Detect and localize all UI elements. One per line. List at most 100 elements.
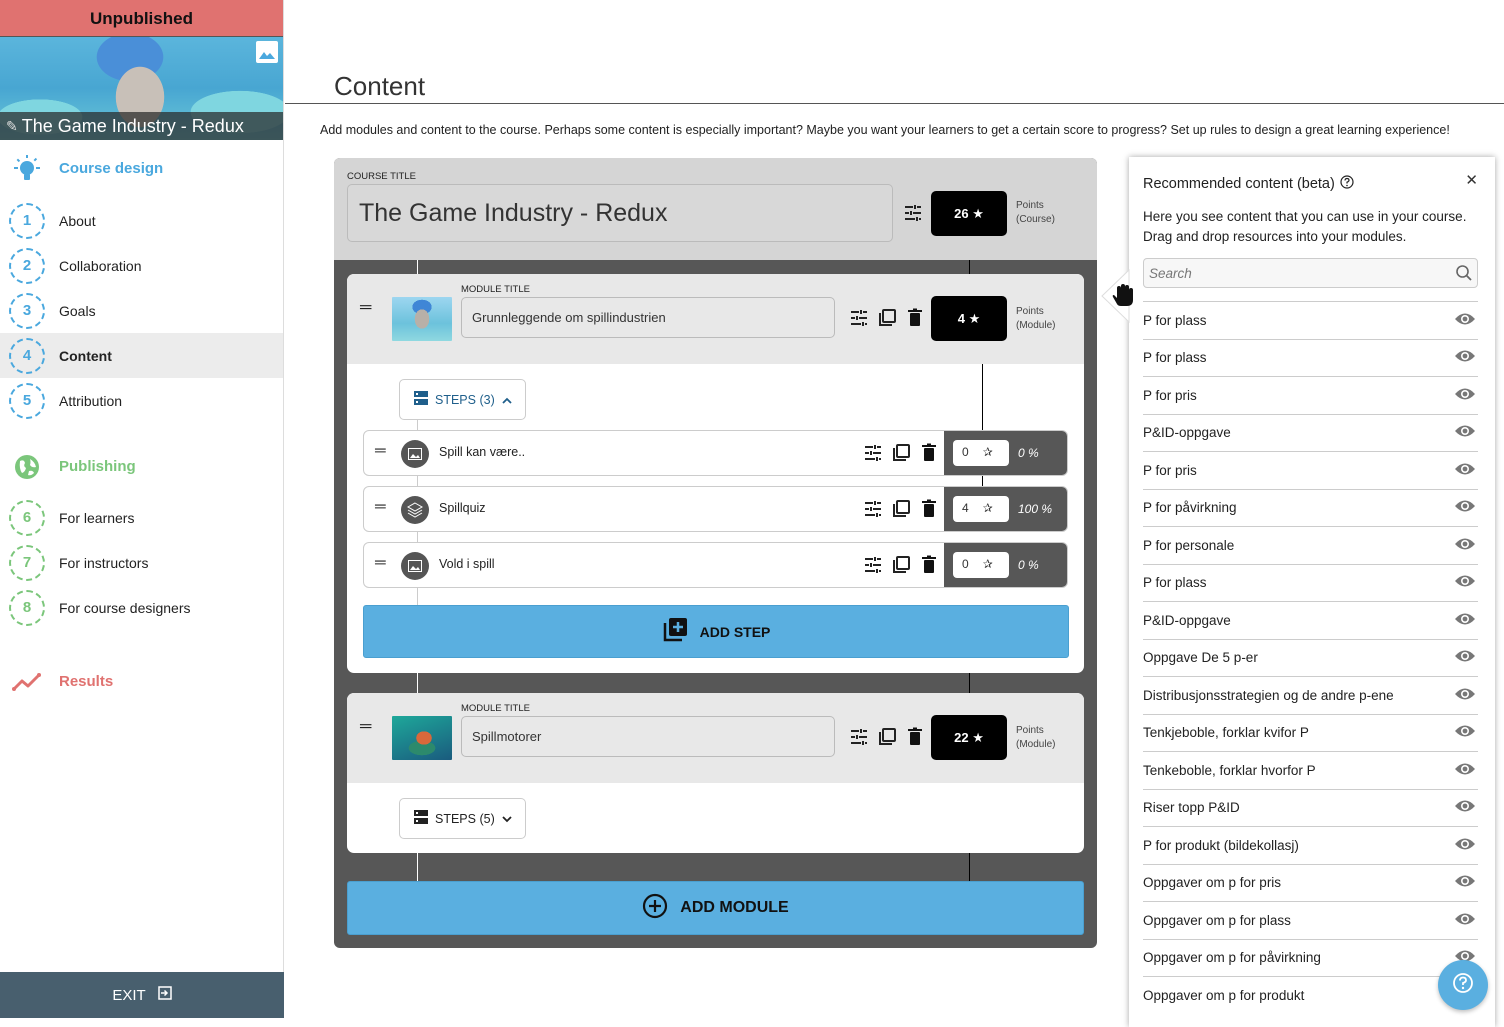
recommended-item[interactable]: P for pris	[1143, 451, 1478, 489]
recommended-item[interactable]: P&ID-oppgave	[1143, 601, 1478, 639]
eye-icon[interactable]	[1454, 799, 1476, 816]
eye-icon[interactable]	[1454, 312, 1476, 329]
eye-icon[interactable]	[1454, 837, 1476, 854]
recommended-item[interactable]: Distribusjonsstrategien og de andre p-en…	[1143, 676, 1478, 714]
step-points-input[interactable]: 4 ✰	[953, 496, 1009, 522]
eye-icon[interactable]	[1454, 724, 1476, 741]
trash-icon[interactable]	[919, 443, 939, 463]
drag-handle-icon[interactable]: ═	[375, 498, 386, 515]
recommended-item[interactable]: P for personale	[1143, 526, 1478, 564]
step-number-badge: 3	[9, 292, 45, 329]
module-title-label: MODULE TITLE	[461, 703, 530, 714]
eye-icon[interactable]	[1454, 574, 1476, 591]
sidebar-item-goals[interactable]: 3 Goals	[0, 288, 283, 333]
duplicate-icon[interactable]	[891, 443, 911, 463]
recommended-item[interactable]: Tenkjeboble, forklar kvifor P	[1143, 713, 1478, 752]
sidebar-item-about[interactable]: 1 About	[0, 198, 283, 243]
trash-icon[interactable]	[905, 727, 925, 747]
eye-icon[interactable]	[1454, 537, 1476, 554]
sidebar-item-attribution[interactable]: 5 Attribution	[0, 378, 283, 423]
recommended-item[interactable]: P for plass	[1143, 301, 1478, 339]
close-icon[interactable]: ✕	[1465, 171, 1478, 189]
duplicate-icon[interactable]	[891, 499, 911, 519]
eye-icon[interactable]	[1454, 762, 1476, 779]
recommended-item[interactable]: P for plass	[1143, 563, 1478, 602]
help-button[interactable]	[1438, 960, 1488, 1010]
step-points-input[interactable]: 0 ✰	[953, 552, 1009, 578]
settings-sliders-icon[interactable]	[863, 499, 883, 519]
eye-icon[interactable]	[1454, 349, 1476, 366]
eye-icon[interactable]	[1454, 912, 1476, 929]
settings-sliders-icon[interactable]	[903, 203, 923, 223]
module-thumbnail[interactable]	[392, 297, 452, 341]
steps-toggle-button[interactable]: STEPS (5)	[399, 798, 526, 839]
sidebar-item-label: About	[59, 212, 96, 229]
recommended-item[interactable]: P for påvirkning	[1143, 488, 1478, 527]
course-points-badge[interactable]: 26 ★	[931, 191, 1007, 236]
recommended-item[interactable]: P for produkt (bildekollasj)	[1143, 826, 1478, 864]
eye-icon[interactable]	[1454, 874, 1476, 891]
drag-handle-icon[interactable]: ═	[375, 442, 386, 459]
duplicate-icon[interactable]	[891, 555, 911, 575]
course-title-edit[interactable]: ✎ The Game Industry - Redux	[0, 112, 283, 140]
step-row[interactable]: ═ Spill kan være.. 0 ✰ 0 %	[363, 430, 1068, 476]
settings-sliders-icon[interactable]	[863, 555, 883, 575]
step-row[interactable]: ═ Vold i spill 0 ✰ 0 %	[363, 542, 1068, 588]
recommended-item[interactable]: Riser topp P&ID	[1143, 788, 1478, 827]
recommended-item[interactable]: Oppgaver om p for produkt	[1143, 976, 1478, 1014]
points-caption-line: Points	[1016, 725, 1044, 736]
duplicate-icon[interactable]	[877, 308, 897, 328]
recommended-item[interactable]: Oppgaver om p for påvirkning	[1143, 938, 1478, 977]
drag-handle-icon[interactable]: ═	[360, 718, 371, 736]
trash-icon[interactable]	[919, 555, 939, 575]
search-input[interactable]	[1144, 259, 1444, 287]
add-module-button[interactable]: ADD MODULE	[347, 881, 1084, 935]
exit-button[interactable]: EXIT	[0, 972, 284, 1018]
sidebar-item-content[interactable]: 4 Content	[0, 333, 283, 378]
sidebar-item-for-learners[interactable]: 6 For learners	[0, 495, 283, 540]
eye-icon[interactable]	[1454, 612, 1476, 629]
section-results[interactable]: Results	[0, 659, 283, 704]
module-points-badge[interactable]: 22 ★	[931, 715, 1007, 760]
sidebar-item-for-instructors[interactable]: 7 For instructors	[0, 540, 283, 585]
trash-icon[interactable]	[919, 499, 939, 519]
module-thumbnail[interactable]	[392, 716, 452, 760]
eye-icon[interactable]	[1454, 462, 1476, 479]
settings-sliders-icon[interactable]	[849, 727, 869, 747]
recommended-item[interactable]: P&ID-oppgave	[1143, 413, 1478, 452]
module-title-input[interactable]: Spillmotorer	[461, 716, 835, 757]
change-image-button[interactable]	[256, 41, 278, 63]
sidebar-item-collaboration[interactable]: 2 Collaboration	[0, 243, 283, 288]
eye-icon[interactable]	[1454, 387, 1476, 404]
search-icon[interactable]	[1455, 264, 1473, 287]
panel-title: Recommended content (beta)	[1143, 176, 1335, 192]
recommended-item[interactable]: P for plass	[1143, 338, 1478, 377]
recommended-item[interactable]: Oppgaver om p for plass	[1143, 901, 1478, 939]
eye-icon[interactable]	[1454, 424, 1476, 441]
section-course-design[interactable]: Course design	[0, 146, 283, 191]
cover-course-title: The Game Industry - Redux	[21, 116, 244, 136]
steps-toggle-button[interactable]: STEPS (3)	[399, 379, 526, 420]
section-publishing[interactable]: Publishing	[0, 444, 283, 489]
step-row[interactable]: ═ Spillquiz 4 ✰ 100 %	[363, 486, 1068, 532]
drag-handle-icon[interactable]: ═	[360, 299, 371, 317]
recommended-item[interactable]: Oppgave De 5 p-er	[1143, 638, 1478, 677]
module-points-badge[interactable]: 4 ★	[931, 296, 1007, 341]
recommended-item[interactable]: P for pris	[1143, 376, 1478, 414]
eye-icon[interactable]	[1454, 649, 1476, 666]
recommended-item[interactable]: Oppgaver om p for pris	[1143, 863, 1478, 902]
eye-icon[interactable]	[1454, 687, 1476, 704]
recommended-item[interactable]: Tenkeboble, forklar hvorfor P	[1143, 751, 1478, 789]
settings-sliders-icon[interactable]	[849, 308, 869, 328]
help-circle-icon[interactable]	[1340, 175, 1354, 193]
add-step-button[interactable]: ADD STEP	[363, 605, 1069, 658]
sidebar-item-for-course-designers[interactable]: 8 For course designers	[0, 585, 283, 630]
eye-icon[interactable]	[1454, 499, 1476, 516]
course-title-input[interactable]: The Game Industry - Redux	[347, 184, 893, 242]
step-points-input[interactable]: 0 ✰	[953, 440, 1009, 466]
settings-sliders-icon[interactable]	[863, 443, 883, 463]
trash-icon[interactable]	[905, 308, 925, 328]
module-title-input[interactable]: Grunnleggende om spillindustrien	[461, 297, 835, 338]
drag-handle-icon[interactable]: ═	[375, 554, 386, 571]
duplicate-icon[interactable]	[877, 727, 897, 747]
